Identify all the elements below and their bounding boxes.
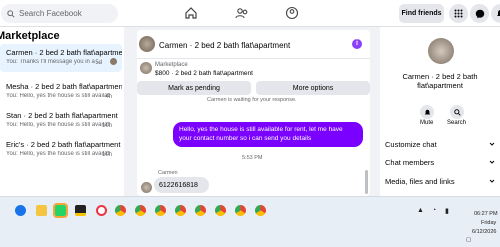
- find-friends-button[interactable]: Find friends: [399, 4, 444, 23]
- chevron-down-icon[interactable]: [489, 159, 495, 165]
- edge-icon[interactable]: [15, 205, 26, 216]
- chrome-icon[interactable]: [235, 205, 246, 216]
- chrome-icon[interactable]: [175, 205, 186, 216]
- chrome-icon[interactable]: [195, 205, 206, 216]
- search-in-chat-button[interactable]: [450, 105, 464, 119]
- chrome-icon[interactable]: [135, 205, 146, 216]
- sticky-notes-icon[interactable]: [75, 205, 86, 216]
- chat-members-section[interactable]: Chat members: [385, 158, 434, 167]
- mark-as-pending-button[interactable]: Mark as pending: [137, 81, 251, 95]
- conversation-item[interactable]: Stan · 2 bed 2 bath flat\apartment You: …: [0, 107, 122, 135]
- app-icon[interactable]: [96, 205, 107, 216]
- mute-button[interactable]: [420, 105, 434, 119]
- file-explorer-icon[interactable]: [36, 205, 47, 216]
- search-icon: [453, 108, 461, 116]
- grid-menu-icon: [454, 9, 463, 18]
- wifi-icon[interactable]: ◔: [432, 207, 436, 214]
- more-options-button[interactable]: More options: [256, 81, 370, 95]
- sidebar-title: Marketplace: [0, 30, 60, 42]
- conversation-title: Mesha · 2 bed 2 bath flat\apartment: [6, 82, 122, 91]
- search-input[interactable]: Search Facebook: [19, 9, 82, 18]
- chat-header: Carmen · 2 bed 2 bath flat\apartment i: [137, 30, 370, 59]
- avatar: [141, 182, 152, 193]
- conversation-time: 4h: [105, 94, 112, 100]
- waiting-notice: Carmen is waiting for your response.: [207, 97, 297, 103]
- chrome-icon[interactable]: [155, 205, 166, 216]
- whatsapp-icon[interactable]: [53, 203, 68, 218]
- details-name: Carmen · 2 bed 2 bath flat\apartment: [402, 72, 478, 90]
- battery-icon[interactable]: ▮: [445, 207, 449, 215]
- clock-day[interactable]: Friday: [481, 220, 496, 226]
- conversation-time: 5d: [95, 60, 102, 66]
- top-navigation-bar: Search Facebook Find friends: [0, 0, 500, 27]
- search-icon: [7, 9, 15, 18]
- conversation-item[interactable]: Mesha · 2 bed 2 bath flat\apartment You:…: [0, 78, 122, 106]
- profile-icon[interactable]: [285, 6, 299, 20]
- message-timestamp: 5:53 PM: [242, 155, 263, 161]
- chrome-icon[interactable]: [215, 205, 226, 216]
- outgoing-message: Hello, yes the house is still available …: [173, 122, 363, 147]
- search-box[interactable]: Search Facebook: [1, 4, 118, 23]
- search-label: Search: [447, 120, 467, 126]
- conversation-preview: You: Hello, yes the house is still avail…: [6, 122, 110, 128]
- chat-scrollbar[interactable]: [365, 170, 368, 194]
- messenger-icon: [475, 9, 484, 18]
- home-icon[interactable]: [184, 6, 198, 20]
- incoming-message: 6122616818: [154, 177, 209, 193]
- avatar[interactable]: [139, 36, 155, 52]
- chat-title[interactable]: Carmen · 2 bed 2 bath flat\apartment: [159, 41, 290, 50]
- sender-name: Carmen: [158, 170, 178, 176]
- info-icon[interactable]: i: [352, 39, 362, 49]
- clock-time[interactable]: 06:27 PM: [474, 211, 498, 217]
- media-files-links-section[interactable]: Media, files and links: [385, 177, 455, 186]
- avatar: [110, 58, 117, 65]
- customize-chat-section[interactable]: Customize chat: [385, 140, 437, 149]
- bell-icon: [497, 10, 500, 16]
- chevron-down-icon[interactable]: [489, 178, 495, 184]
- notifications-button[interactable]: [491, 4, 500, 23]
- friends-icon[interactable]: [235, 6, 249, 20]
- listing-source: Marketplace: [155, 62, 188, 68]
- mute-label: Mute: [420, 120, 434, 126]
- bell-icon: [424, 109, 430, 114]
- listing-title: $800 · 2 bed 2 bath flat\apartment: [155, 70, 253, 77]
- chrome-icon[interactable]: [115, 205, 126, 216]
- messenger-button[interactable]: [470, 4, 489, 23]
- avatar: [428, 38, 454, 64]
- listing-summary[interactable]: Marketplace $800 · 2 bed 2 bath flat\apa…: [137, 60, 370, 80]
- menu-button[interactable]: [449, 4, 468, 23]
- chevron-down-icon[interactable]: [489, 141, 495, 147]
- conversation-time: 10h: [101, 123, 112, 129]
- conversation-preview: You: Hello, yes the house is still avail…: [6, 151, 110, 157]
- chrome-icon[interactable]: [255, 205, 266, 216]
- windows-taskbar: ▲ ◔ ▮ 06:27 PM Friday 6/12/2026 ▢: [0, 196, 500, 247]
- show-desktop-button[interactable]: ▢: [466, 237, 471, 243]
- chat-panel: Carmen · 2 bed 2 bath flat\apartment i M…: [137, 30, 370, 196]
- chat-details-panel: Carmen · 2 bed 2 bath flat\apartment Mut…: [380, 27, 500, 196]
- conversation-title: Eric's · 2 bed 2 bath flat\apartment: [6, 140, 121, 149]
- clock-date[interactable]: 6/12/2026: [472, 229, 496, 235]
- notification-tray-icon[interactable]: ▲: [417, 207, 424, 214]
- listing-thumbnail: [140, 62, 152, 74]
- conversation-title: Stan · 2 bed 2 bath flat\apartment: [6, 111, 118, 120]
- conversation-time: 10h: [101, 152, 112, 158]
- conversation-preview: You: Hello, yes the house is still avail…: [6, 93, 110, 99]
- marketplace-sidebar: Marketplace Carmen · 2 bed 2 bath flat\a…: [0, 27, 124, 196]
- conversation-item[interactable]: Eric's · 2 bed 2 bath flat\apartment You…: [0, 136, 122, 164]
- conversation-title: Carmen · 2 bed 2 bath flat\apartment: [6, 48, 122, 57]
- conversation-item[interactable]: Carmen · 2 bed 2 bath flat\apartment You…: [0, 44, 122, 72]
